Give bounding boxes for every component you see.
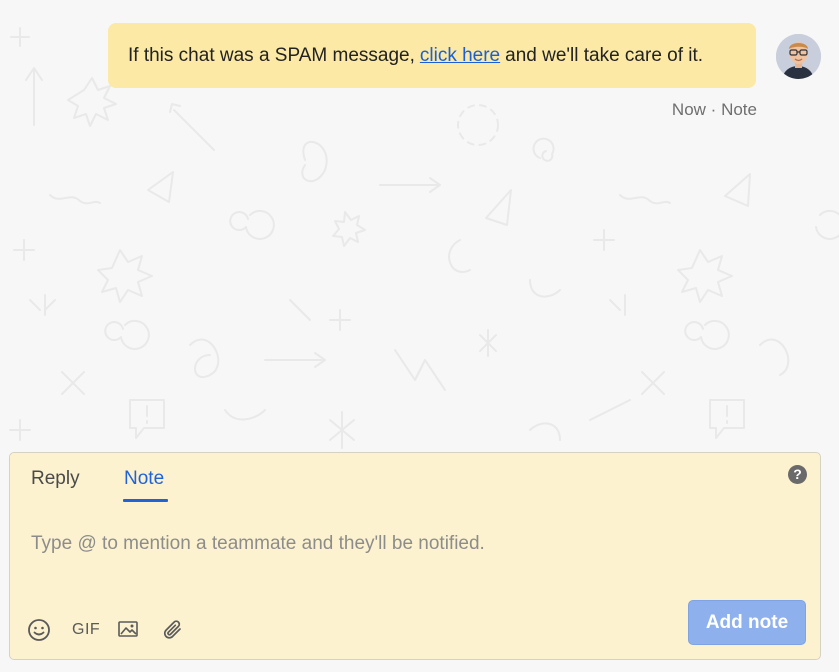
avatar-image (776, 34, 821, 79)
active-tab-indicator (123, 499, 168, 502)
note-composer: Reply Note ? GIF Add note (9, 452, 821, 660)
smiley-icon[interactable] (27, 618, 51, 647)
message-type: Note (721, 100, 757, 119)
spam-report-link[interactable]: click here (420, 45, 500, 67)
gif-button[interactable]: GIF (72, 621, 100, 639)
note-input[interactable] (31, 531, 791, 557)
paperclip-icon[interactable] (161, 618, 185, 647)
message-text-after: and we'll take care of it. (505, 44, 704, 66)
image-icon[interactable] (117, 618, 139, 645)
help-icon[interactable]: ? (788, 465, 807, 484)
meta-separator: · (710, 100, 717, 119)
add-note-button[interactable]: Add note (688, 600, 806, 645)
message-text-before: If this chat was a SPAM message, (128, 44, 415, 66)
avatar[interactable] (776, 34, 821, 79)
tab-note[interactable]: Note (124, 468, 164, 490)
message-time: Now (671, 100, 706, 119)
spam-note-message: If this chat was a SPAM message, click h… (108, 23, 756, 88)
tab-reply[interactable]: Reply (31, 468, 80, 490)
message-meta: Now · Note (672, 100, 757, 120)
